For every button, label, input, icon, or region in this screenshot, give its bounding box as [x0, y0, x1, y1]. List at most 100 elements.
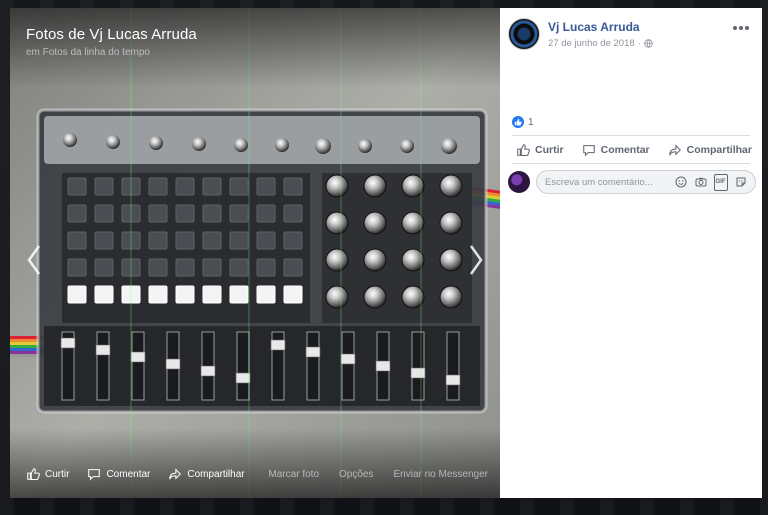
pad: [256, 285, 276, 304]
pad: [175, 231, 195, 250]
chevron-right-icon: [469, 245, 483, 275]
pad: [175, 258, 195, 277]
stage-action-bar: Curtir Comentar Compartilhar Marcar foto…: [26, 466, 488, 482]
like-reaction-icon: [512, 116, 524, 128]
fader-cap: [410, 367, 426, 379]
comment-button[interactable]: Comentar: [578, 143, 654, 157]
tag-photo-link[interactable]: Marcar foto: [268, 469, 319, 480]
author-avatar[interactable]: [508, 18, 540, 50]
emoji-icon: [675, 176, 686, 188]
stage-comment-button[interactable]: Comentar: [87, 467, 150, 481]
knob: [325, 211, 349, 235]
album-subtitle: em Fotos da linha do tempo: [26, 47, 150, 58]
emoji-button[interactable]: [674, 176, 687, 189]
gif-icon: GIF: [713, 173, 728, 191]
comment-icon: [88, 469, 101, 481]
pad: [94, 285, 114, 304]
more-icon: [733, 26, 749, 30]
pad: [148, 231, 168, 250]
fader-cap: [235, 372, 251, 384]
stage-share-button[interactable]: Compartilhar: [168, 467, 245, 481]
fader-track: [96, 331, 110, 401]
meta-separator: ·: [637, 38, 641, 49]
album-link[interactable]: Fotos da linha do tempo: [43, 47, 150, 58]
share-button[interactable]: Compartilhar: [664, 143, 756, 157]
comment-input[interactable]: Escreva um comentário... GIF: [536, 170, 756, 194]
pad: [67, 285, 87, 304]
fader-track: [131, 331, 145, 401]
knob: [325, 174, 349, 198]
pad: [256, 204, 276, 223]
pad: [283, 231, 303, 250]
viewer-avatar: [508, 171, 530, 193]
fader-cap: [340, 353, 356, 365]
fader-cap: [445, 374, 461, 386]
pad: [229, 231, 249, 250]
like-icon: [517, 144, 530, 157]
fader-track: [341, 331, 355, 401]
pad: [256, 231, 276, 250]
pad: [175, 204, 195, 223]
share-icon: [169, 468, 182, 480]
knob: [439, 174, 463, 198]
stage-comment-label: Comentar: [106, 468, 151, 480]
post-action-bar: Curtir Comentar Compartilhar: [512, 139, 756, 161]
divider-top: [512, 135, 750, 136]
reaction-count: 1: [528, 116, 534, 128]
pad: [283, 285, 303, 304]
comment-placeholder[interactable]: Escreva um comentário...: [545, 177, 674, 188]
reaction-summary[interactable]: 1: [512, 116, 534, 128]
divider-bottom: [512, 163, 750, 164]
pad: [94, 258, 114, 277]
pad: [94, 231, 114, 250]
post-date[interactable]: 27 de junho de 2018: [548, 38, 635, 49]
pad: [175, 177, 195, 196]
more-options-button[interactable]: [732, 22, 750, 32]
comment-composer: Escreva um comentário... GIF: [508, 170, 756, 196]
fader-track: [236, 331, 250, 401]
pad: [202, 204, 222, 223]
knob: [363, 248, 387, 272]
photo-lightbox: Fotos de Vj Lucas Arruda em Fotos da lin…: [10, 8, 762, 498]
sticker-button[interactable]: [734, 176, 747, 189]
pad: [256, 177, 276, 196]
like-button[interactable]: Curtir: [512, 143, 568, 157]
knob: [439, 248, 463, 272]
photo-button[interactable]: [694, 176, 707, 189]
options-link[interactable]: Opções: [339, 469, 373, 480]
pad: [175, 285, 195, 304]
pad: [229, 204, 249, 223]
pad: [283, 258, 303, 277]
pad: [229, 258, 249, 277]
photo-stage: Fotos de Vj Lucas Arruda em Fotos da lin…: [10, 8, 500, 498]
post-header: Vj Lucas Arruda 27 de junho de 2018 ·: [508, 18, 754, 54]
fader-cap: [95, 344, 111, 356]
pad: [148, 204, 168, 223]
fader-track: [446, 331, 460, 401]
next-photo-button[interactable]: [464, 240, 488, 280]
pad: [202, 231, 222, 250]
fader-cap: [270, 339, 286, 351]
stage-share-label: Compartilhar: [187, 468, 245, 480]
share-icon: [668, 144, 681, 156]
pad: [67, 177, 87, 196]
pad: [229, 177, 249, 196]
album-title: Fotos de Vj Lucas Arruda: [26, 26, 197, 43]
fader-cap: [165, 358, 181, 370]
pad: [202, 285, 222, 304]
stage-like-button[interactable]: Curtir: [26, 467, 69, 481]
fader-cap: [130, 351, 146, 363]
previous-photo-button[interactable]: [22, 240, 46, 280]
gif-button[interactable]: GIF: [713, 173, 728, 191]
knob: [363, 285, 387, 309]
author-name[interactable]: Vj Lucas Arruda: [548, 20, 640, 34]
knob: [325, 285, 349, 309]
fader-cap: [60, 337, 76, 349]
pad: [256, 258, 276, 277]
globe-icon[interactable]: [644, 39, 653, 48]
stage-like-label: Curtir: [45, 468, 70, 480]
fader-cap: [305, 346, 321, 358]
knob: [363, 174, 387, 198]
send-messenger-link[interactable]: Enviar no Messenger: [394, 469, 489, 480]
knob: [325, 248, 349, 272]
